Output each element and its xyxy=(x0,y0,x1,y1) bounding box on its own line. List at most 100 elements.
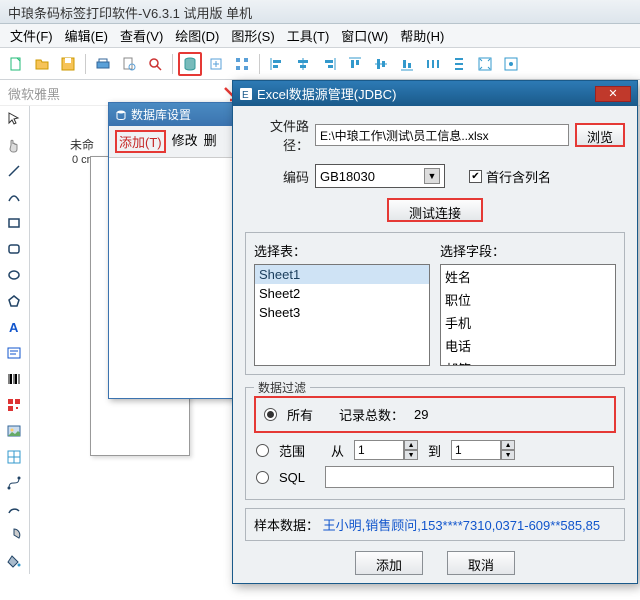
menu-draw[interactable]: 绘图(D) xyxy=(169,24,225,47)
total-value: 29 xyxy=(414,407,428,422)
radio-all[interactable] xyxy=(264,408,277,421)
db-add-button[interactable]: 添加(T) xyxy=(115,130,166,153)
table-listbox[interactable]: Sheet1 Sheet2 Sheet3 xyxy=(254,264,430,366)
radio-sql-label: SQL xyxy=(279,470,305,485)
close-button[interactable]: ✕ xyxy=(595,86,631,102)
import-icon[interactable] xyxy=(204,52,228,76)
align-right-icon[interactable] xyxy=(317,52,341,76)
curve-icon[interactable] xyxy=(0,184,28,210)
menu-view[interactable]: 查看(V) xyxy=(114,24,169,47)
from-label: 从 xyxy=(331,441,344,460)
excel-dialog-header[interactable]: E Excel数据源管理(JDBC) ✕ xyxy=(233,81,637,106)
menu-tools[interactable]: 工具(T) xyxy=(281,24,336,47)
svg-text:A: A xyxy=(9,320,19,335)
db-edit-button[interactable]: 修改 xyxy=(172,130,198,153)
polygon-icon[interactable] xyxy=(0,288,28,314)
rect-icon[interactable] xyxy=(0,210,28,236)
ellipse-icon[interactable] xyxy=(0,262,28,288)
pie-icon[interactable] xyxy=(0,522,28,548)
distribute-v-icon[interactable] xyxy=(447,52,471,76)
menu-help[interactable]: 帮助(H) xyxy=(394,24,450,47)
arc-icon[interactable] xyxy=(0,496,28,522)
zoom-icon[interactable] xyxy=(143,52,167,76)
qrcode-icon[interactable] xyxy=(0,392,28,418)
align-left-icon[interactable] xyxy=(265,52,289,76)
encoding-label: 编码 xyxy=(245,167,309,186)
richtext-icon[interactable] xyxy=(0,340,28,366)
field-row[interactable]: 手机 xyxy=(441,311,615,334)
grid-tool-icon[interactable] xyxy=(0,444,28,470)
bezier-icon[interactable] xyxy=(0,470,28,496)
round-rect-icon[interactable] xyxy=(0,236,28,262)
print-icon[interactable] xyxy=(91,52,115,76)
table-row[interactable]: Sheet2 xyxy=(255,284,429,303)
db-icon xyxy=(115,109,127,121)
path-input[interactable] xyxy=(315,124,569,146)
field-label: 选择字段： xyxy=(440,241,616,260)
align-center-h-icon[interactable] xyxy=(291,52,315,76)
distribute-h-icon[interactable] xyxy=(421,52,445,76)
table-row[interactable]: Sheet3 xyxy=(255,303,429,322)
path-label: 文件路径： xyxy=(245,116,309,154)
browse-button[interactable]: 浏览 xyxy=(575,123,625,147)
table-field-group: 选择表： Sheet1 Sheet2 Sheet3 选择字段： 姓名 职位 手机… xyxy=(245,232,625,375)
fit-icon[interactable] xyxy=(473,52,497,76)
sample-label: 样本数据： xyxy=(254,518,319,533)
db-settings-title: 数据库设置 xyxy=(131,106,191,123)
line-icon[interactable] xyxy=(0,158,28,184)
menu-edit[interactable]: 编辑(E) xyxy=(59,24,114,47)
field-row[interactable]: 电话 xyxy=(441,334,615,357)
save-icon[interactable] xyxy=(56,52,80,76)
document-tab[interactable]: 未命 xyxy=(70,136,94,153)
encoding-select[interactable]: GB18030 ▼ xyxy=(315,164,445,188)
table-row[interactable]: Sheet1 xyxy=(255,265,429,284)
menu-window[interactable]: 窗口(W) xyxy=(335,24,394,47)
grid-icon[interactable] xyxy=(230,52,254,76)
new-icon[interactable] xyxy=(4,52,28,76)
firstrow-label: 首行含列名 xyxy=(486,167,551,186)
radio-range-label: 范围 xyxy=(279,441,305,460)
from-spinner[interactable]: ▲▼ xyxy=(354,440,418,460)
field-row[interactable]: 姓名 xyxy=(441,265,615,288)
field-row[interactable]: 邮箱 xyxy=(441,357,615,366)
svg-text:E: E xyxy=(242,90,249,101)
menu-bar: 文件(F) 编辑(E) 查看(V) 绘图(D) 图形(S) 工具(T) 窗口(W… xyxy=(0,24,640,48)
db-list-area xyxy=(109,158,237,398)
radio-range[interactable] xyxy=(256,444,269,457)
open-icon[interactable] xyxy=(30,52,54,76)
hand-icon[interactable] xyxy=(0,132,28,158)
menu-file[interactable]: 文件(F) xyxy=(4,24,59,47)
preview-icon[interactable] xyxy=(117,52,141,76)
image-icon[interactable] xyxy=(0,418,28,444)
firstrow-checkbox[interactable]: ✔ 首行含列名 xyxy=(469,167,551,186)
database-icon[interactable] xyxy=(178,52,202,76)
barcode-icon[interactable] xyxy=(0,366,28,392)
db-settings-dialog: 数据库设置 添加(T) 修改 删 xyxy=(108,102,238,399)
menu-shape[interactable]: 图形(S) xyxy=(225,24,280,47)
align-top-icon[interactable] xyxy=(343,52,367,76)
align-bottom-icon[interactable] xyxy=(395,52,419,76)
field-listbox[interactable]: 姓名 职位 手机 电话 邮箱 xyxy=(440,264,616,366)
main-toolbar xyxy=(0,48,640,80)
encoding-value: GB18030 xyxy=(320,169,375,184)
sample-value: 王小明,销售顾问,153****7310,0371-609**585,85 xyxy=(323,518,601,533)
db-settings-header[interactable]: 数据库设置 xyxy=(109,103,237,126)
filter-legend: 数据过滤 xyxy=(254,379,310,396)
center-canvas-icon[interactable] xyxy=(499,52,523,76)
radio-sql[interactable] xyxy=(256,471,269,484)
tool-palette: A xyxy=(0,106,30,574)
sql-input[interactable] xyxy=(325,466,614,488)
db-settings-toolbar: 添加(T) 修改 删 xyxy=(109,126,237,158)
window-title: 中琅条码标签打印软件-V6.3.1 试用版 单机 xyxy=(0,0,640,24)
field-row[interactable]: 职位 xyxy=(441,288,615,311)
pointer-icon[interactable] xyxy=(0,106,28,132)
add-button[interactable]: 添加 xyxy=(355,551,423,575)
db-delete-button[interactable]: 删 xyxy=(204,130,217,153)
fill-icon[interactable] xyxy=(0,548,28,574)
excel-icon: E xyxy=(239,87,253,101)
to-spinner[interactable]: ▲▼ xyxy=(451,440,515,460)
cancel-button[interactable]: 取消 xyxy=(447,551,515,575)
test-connection-button[interactable]: 测试连接 xyxy=(387,198,483,222)
text-icon[interactable]: A xyxy=(0,314,28,340)
align-middle-icon[interactable] xyxy=(369,52,393,76)
